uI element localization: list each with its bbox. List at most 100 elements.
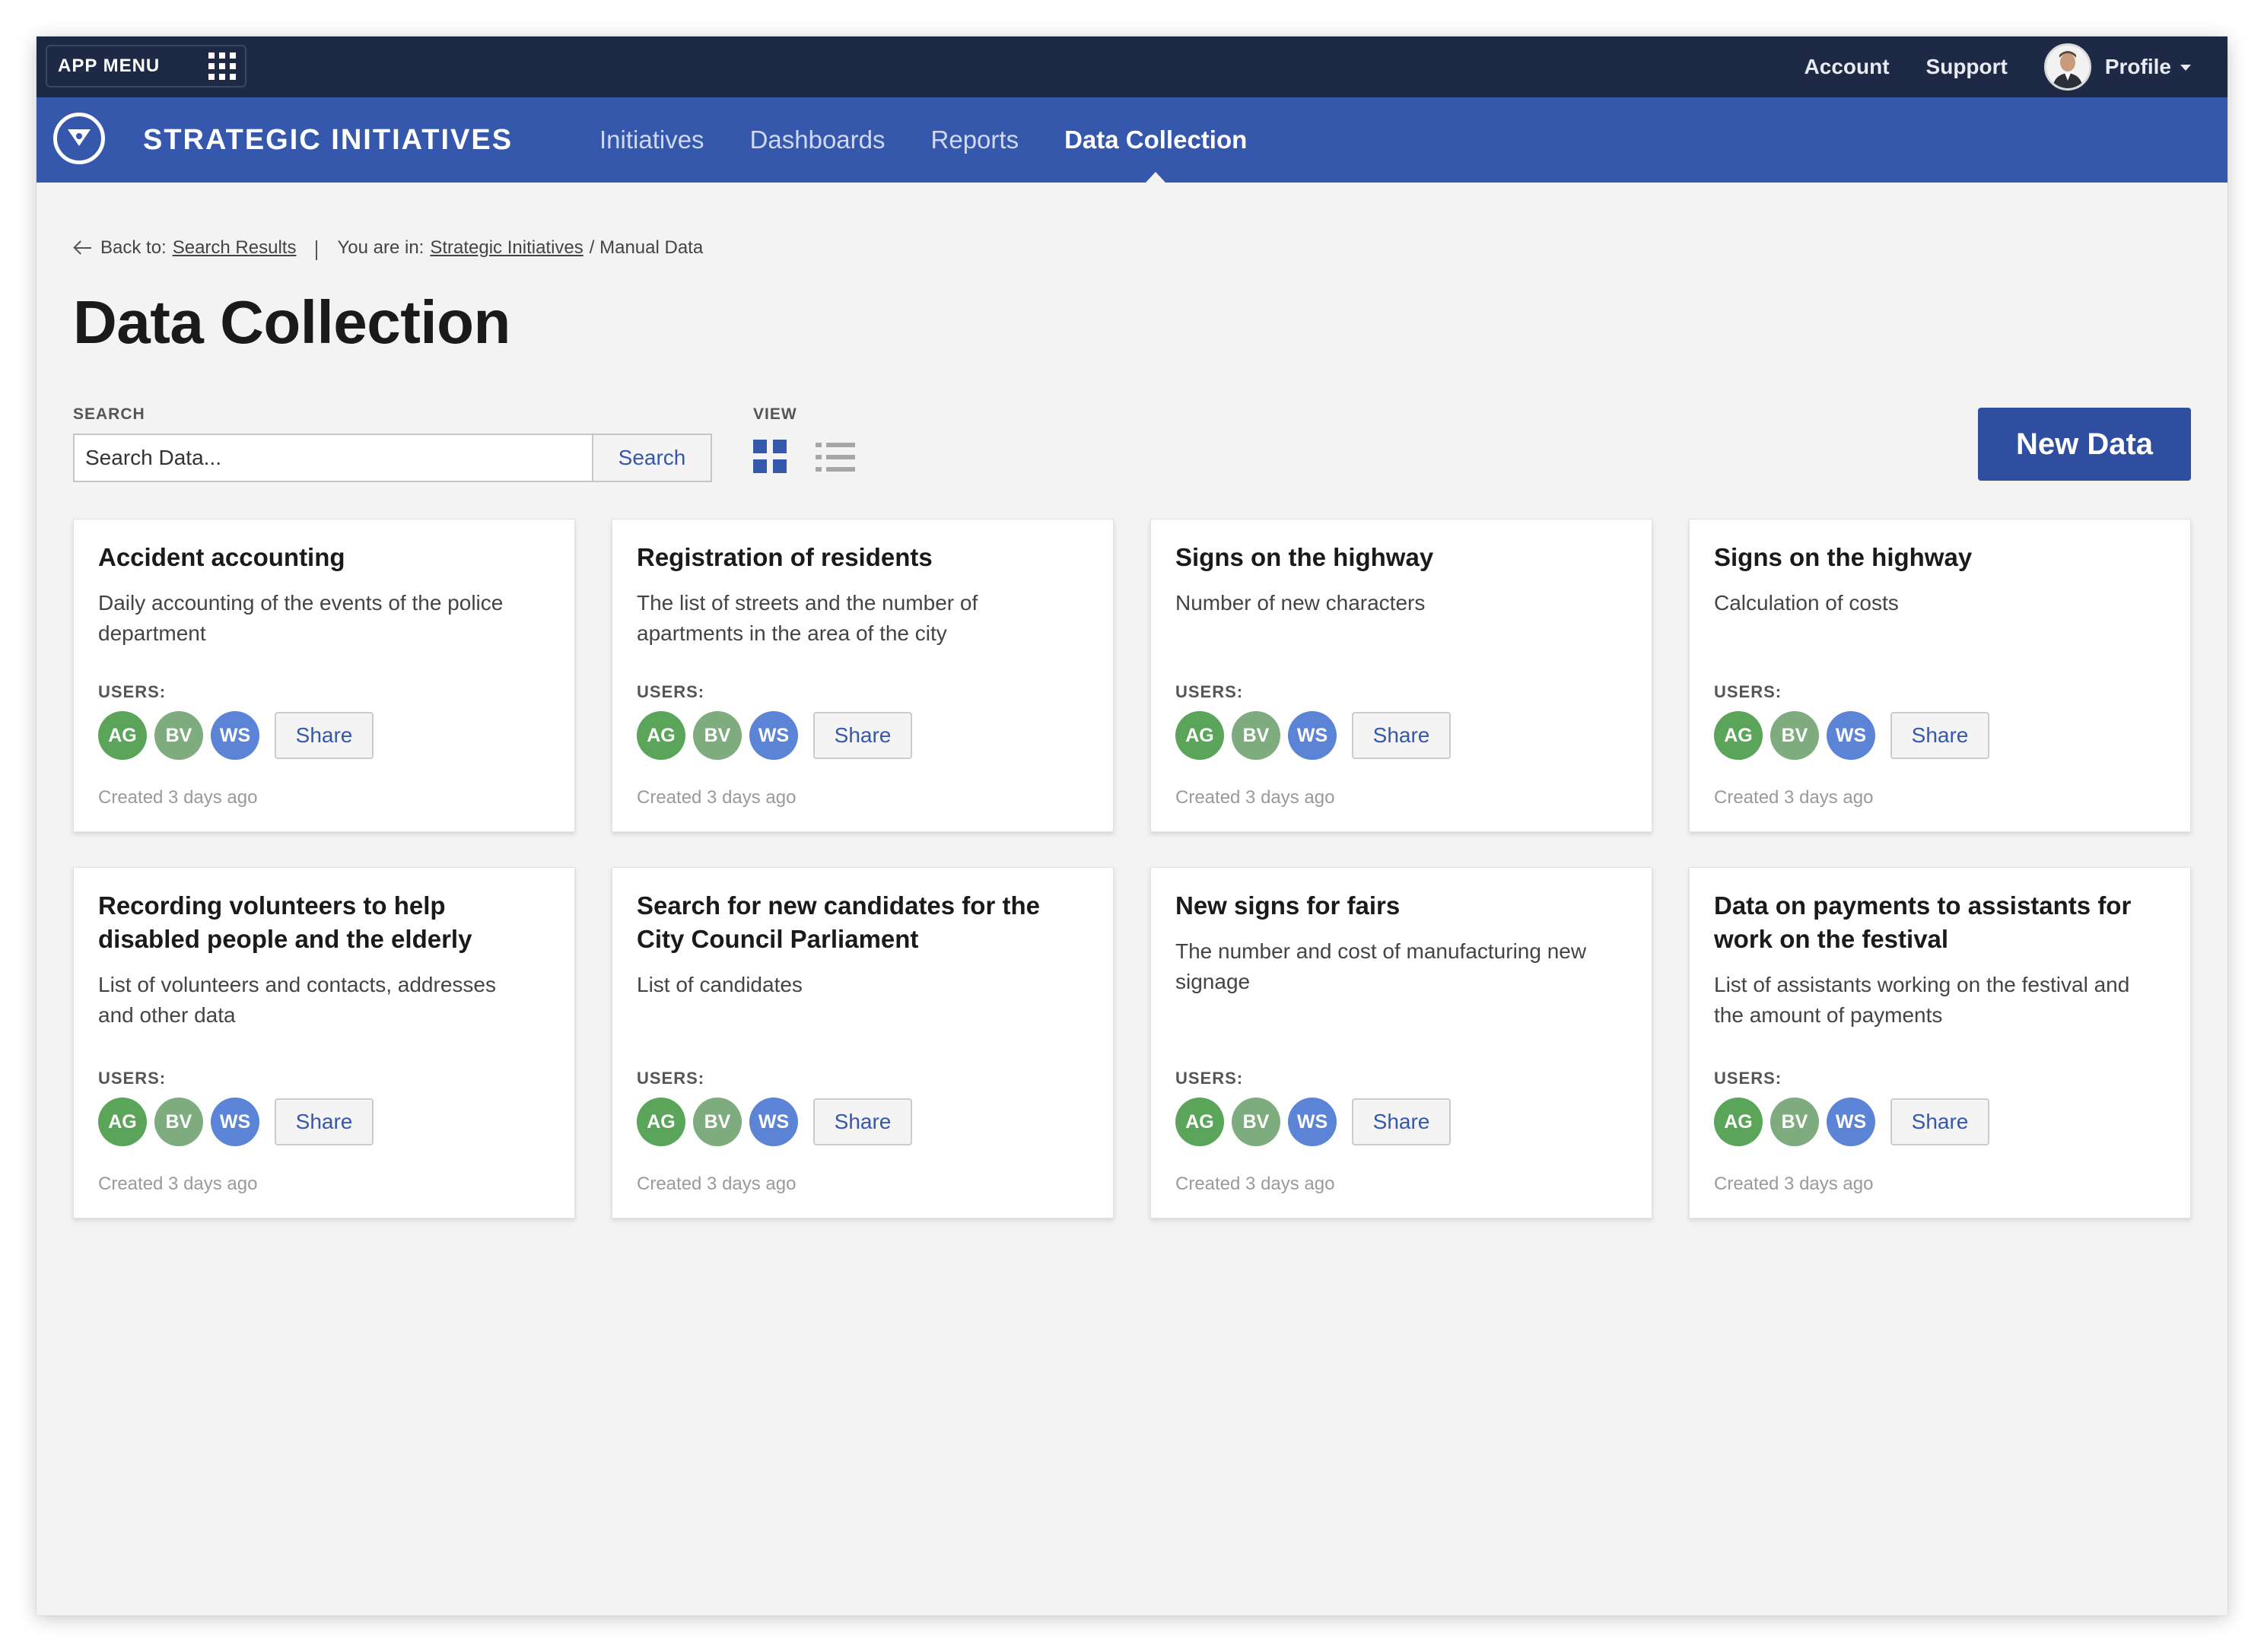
users-row: AG BV WS Share [1714,711,1989,760]
share-button[interactable]: Share [275,712,374,759]
share-button[interactable]: Share [275,1098,374,1145]
app-menu-button[interactable]: APP MENU [46,45,246,87]
user-avatar[interactable]: BV [1770,711,1819,760]
breadcrumb-divider [316,240,318,260]
brand-title[interactable]: STRATEGIC INITIATIVES [143,97,513,183]
data-card[interactable]: Signs on the highway Number of new charac… [1150,519,1652,832]
card-description: List of assistants working on the festiv… [1714,973,2130,1027]
share-button[interactable]: Share [1890,712,1989,759]
user-avatar[interactable]: AG [637,1098,685,1146]
new-data-button[interactable]: New Data [1978,408,2191,481]
card-title[interactable]: Recording volunteers to help disabled pe… [98,889,550,956]
created-timestamp: Created 3 days ago [98,1174,258,1194]
card-title[interactable]: Accident accounting [98,541,550,574]
user-avatar[interactable]: BV [154,1098,203,1146]
users-row: AG BV WS Share [637,1098,912,1146]
location-link[interactable]: Strategic Initiatives [430,237,583,259]
search-button[interactable]: Search [592,435,711,481]
card-description: Calculation of costs [1714,591,1899,615]
profile-menu[interactable]: Profile [2043,43,2191,91]
users-label: USERS: [1175,682,1244,701]
user-avatar[interactable]: WS [1827,711,1875,760]
nav-item-data-collection[interactable]: Data Collection [1064,97,1247,183]
card-grid: Accident accounting Daily accounting of t… [73,519,2191,1218]
back-link[interactable]: Search Results [173,237,297,259]
users-label: USERS: [637,1069,705,1088]
support-link[interactable]: Support [1926,55,2008,79]
created-timestamp: Created 3 days ago [1714,1174,1874,1194]
card-title[interactable]: Data on payments to assistants for work … [1714,889,2166,956]
data-card[interactable]: New signs for fairs The number and cost o… [1150,867,1652,1218]
users-row: AG BV WS Share [1175,711,1451,760]
user-avatar[interactable]: BV [693,1098,742,1146]
card-title[interactable]: Registration of residents [637,541,1089,574]
list-view-icon[interactable] [816,441,855,473]
share-button[interactable]: Share [1352,712,1451,759]
user-avatar[interactable]: AG [1175,711,1224,760]
card-description: Number of new characters [1175,591,1426,615]
data-card[interactable]: Recording volunteers to help disabled pe… [73,867,575,1218]
data-card[interactable]: Registration of residents The list of str… [612,519,1114,832]
user-avatar[interactable]: BV [693,711,742,760]
user-avatar[interactable]: BV [1770,1098,1819,1146]
card-footer: USERS: AG BV WS Share Created 3 days ago [1175,1069,1451,1195]
share-button[interactable]: Share [813,712,912,759]
user-avatar[interactable]: BV [1232,1098,1280,1146]
user-avatar[interactable]: WS [1827,1098,1875,1146]
created-timestamp: Created 3 days ago [1175,1174,1335,1194]
user-avatar[interactable]: WS [211,1098,259,1146]
card-footer: USERS: AG BV WS Share Created 3 days ago [1714,682,1989,809]
card-footer: USERS: AG BV WS Share Created 3 days ago [98,682,374,809]
share-button[interactable]: Share [1352,1098,1451,1145]
card-title[interactable]: Signs on the highway [1714,541,2166,574]
user-avatar[interactable]: BV [1232,711,1280,760]
nav-item-dashboards[interactable]: Dashboards [750,97,886,183]
breadcrumb: Back to: Search Results You are in: Stra… [73,236,703,260]
card-description: The number and cost of manufacturing new… [1175,939,1587,993]
nav-item-initiatives[interactable]: Initiatives [599,97,704,183]
location-rest: / Manual Data [589,237,704,258]
created-timestamp: Created 3 days ago [637,787,797,808]
created-timestamp: Created 3 days ago [1175,787,1335,808]
data-card[interactable]: Accident accounting Daily accounting of t… [73,519,575,832]
share-button[interactable]: Share [1890,1098,1989,1145]
nav-items: Initiatives Dashboards Reports Data Coll… [599,97,1293,183]
user-avatar[interactable]: AG [98,711,147,760]
user-avatar[interactable]: WS [749,1098,798,1146]
profile-avatar [2043,43,2091,91]
users-row: AG BV WS Share [98,711,374,760]
card-title[interactable]: Search for new candidates for the City C… [637,889,1089,956]
data-card[interactable]: Signs on the highway Calculation of costs… [1689,519,2191,832]
share-button[interactable]: Share [813,1098,912,1145]
users-label: USERS: [637,682,705,701]
card-footer: USERS: AG BV WS Share Created 3 days ago [1714,1069,1989,1195]
user-avatar[interactable]: BV [154,711,203,760]
data-card[interactable]: Search for new candidates for the City C… [612,867,1114,1218]
back-arrow-icon[interactable] [73,240,93,256]
main-navbar: STRATEGIC INITIATIVES Initiatives Dashbo… [37,97,2227,183]
user-avatar[interactable]: AG [98,1098,147,1146]
user-avatar[interactable]: AG [1175,1098,1224,1146]
user-avatar[interactable]: WS [1288,1098,1337,1146]
data-card[interactable]: Data on payments to assistants for work … [1689,867,2191,1218]
users-row: AG BV WS Share [98,1098,374,1146]
account-link[interactable]: Account [1805,55,1890,79]
nav-item-reports[interactable]: Reports [931,97,1019,183]
card-footer: USERS: AG BV WS Share Created 3 days ago [98,1069,374,1195]
user-avatar[interactable]: WS [1288,711,1337,760]
user-avatar[interactable]: WS [749,711,798,760]
created-timestamp: Created 3 days ago [98,787,258,808]
user-avatar[interactable]: AG [1714,1098,1763,1146]
users-label: USERS: [1175,1069,1244,1088]
card-description: List of volunteers and contacts, address… [98,973,496,1027]
user-avatar[interactable]: WS [211,711,259,760]
grid-view-icon[interactable] [753,440,787,473]
card-description: List of candidates [637,973,803,996]
card-title[interactable]: Signs on the highway [1175,541,1627,574]
user-avatar[interactable]: AG [637,711,685,760]
user-avatar[interactable]: AG [1714,711,1763,760]
logo-icon[interactable] [53,113,105,164]
created-timestamp: Created 3 days ago [637,1174,797,1194]
card-title[interactable]: New signs for fairs [1175,889,1627,923]
search-input[interactable] [75,435,592,481]
